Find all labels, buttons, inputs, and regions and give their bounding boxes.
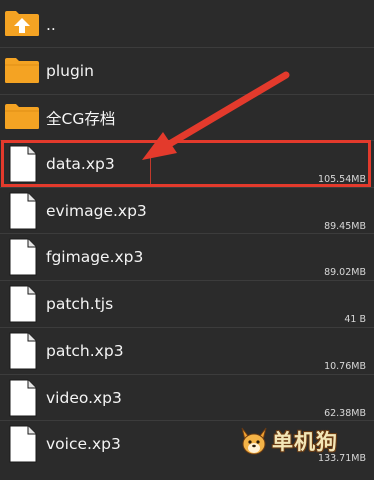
watermark: 单机狗 (238, 424, 368, 458)
annotation-arrow (142, 71, 290, 160)
watermark-text: 单机狗 (272, 430, 338, 454)
dog-logo-icon (241, 427, 267, 455)
